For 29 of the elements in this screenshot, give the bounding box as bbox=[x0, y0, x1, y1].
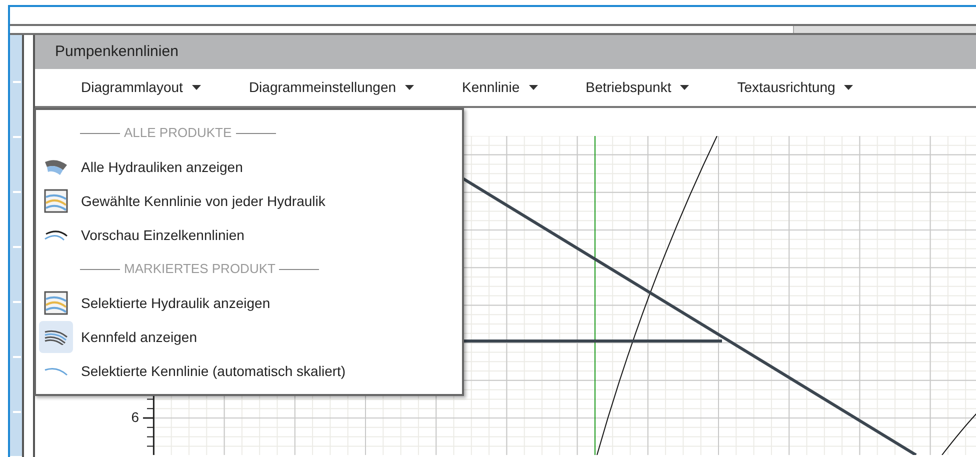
section-heading: MARKIERTES PRODUKT bbox=[124, 260, 276, 278]
section-heading: ALLE PRODUKTE bbox=[124, 124, 232, 142]
menu-item[interactable]: Selektierte Hydraulik anzeigen bbox=[36, 286, 462, 320]
curve-band-icon bbox=[44, 158, 68, 176]
menu-item[interactable]: Alle Hydrauliken anzeigen bbox=[36, 150, 462, 184]
caret-icon bbox=[405, 85, 414, 90]
scrollbar[interactable] bbox=[10, 24, 976, 35]
curve-icon bbox=[44, 366, 68, 376]
curve-field-icon bbox=[44, 329, 68, 345]
menu-button[interactable]: Betriebspunkt bbox=[586, 77, 690, 98]
curve-lines-icon bbox=[44, 228, 68, 242]
scrollbar-thumb[interactable] bbox=[793, 26, 976, 33]
caret-icon bbox=[528, 85, 538, 90]
menu-button[interactable]: Diagrammlayout bbox=[81, 77, 201, 98]
menu-button[interactable]: Diagrammeinstellungen bbox=[248, 77, 414, 98]
panel-title: Pumpenkennlinien bbox=[55, 42, 178, 62]
menu-button[interactable]: Kennlinie bbox=[462, 77, 538, 98]
caret-icon bbox=[680, 85, 690, 90]
menu-item[interactable]: Gewählte Kennlinie von jeder Hydraulik bbox=[36, 184, 462, 218]
system-curve bbox=[942, 412, 976, 455]
caret-icon bbox=[192, 85, 201, 90]
menu-item[interactable]: Selektierte Kennlinie (automatisch skaliert) bbox=[36, 354, 462, 388]
menu-item[interactable]: Kennfeld anzeigen bbox=[36, 320, 462, 354]
curve-chart-icon bbox=[44, 189, 68, 213]
axis-tick-label: 6 bbox=[131, 409, 139, 425]
menu-button[interactable]: Textausrichtung bbox=[737, 77, 854, 98]
caret-icon bbox=[844, 85, 854, 90]
menu-item[interactable]: Vorschau Einzelkennlinien bbox=[36, 218, 462, 252]
curve-chart-icon bbox=[44, 291, 68, 315]
